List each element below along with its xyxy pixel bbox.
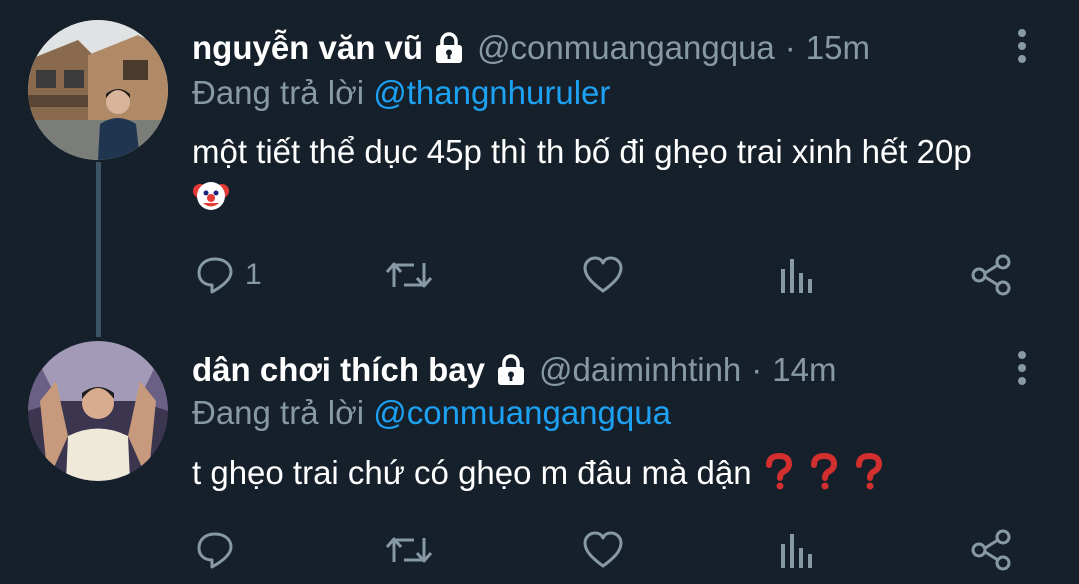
like-button[interactable] [582,525,624,575]
share-icon [971,254,1011,296]
avatar[interactable] [28,20,168,160]
tweet-actions [0,525,1079,575]
lock-icon [493,352,529,388]
more-options-button[interactable] [1008,346,1036,390]
like-button[interactable] [582,250,624,300]
separator-dot: · [784,29,796,66]
analytics-button[interactable] [778,525,814,575]
analytics-button[interactable] [778,250,814,300]
retweet-icon [385,262,433,288]
reply-button[interactable] [195,525,245,575]
tweet-text: một tiết thể dục 45p thì th bố đi ghẹo t… [192,130,1012,218]
tweet[interactable]: nguyễn văn vũ @conmuangangqua · 15m Đang… [0,0,1079,330]
tweet-header: nguyễn văn vũ @conmuangangqua · 15m [192,28,870,68]
user-handle[interactable]: @daiminhtinh [539,350,741,390]
display-name[interactable]: nguyễn văn vũ [192,28,423,68]
replying-to-label: Đang trả lời [192,394,365,431]
lock-icon [431,30,467,66]
vertical-dots-icon [1018,29,1026,63]
stats-icon [781,534,812,568]
reply-button[interactable]: 1 [195,250,262,300]
replying-to-handle[interactable]: @thangnhuruler [373,74,610,111]
retweet-icon [385,537,433,563]
retweet-button[interactable] [384,525,434,575]
like-icon [583,256,623,293]
tweet-thread: nguyễn văn vũ @conmuangangqua · 15m Đang… [0,0,1079,584]
user-handle[interactable]: @conmuangangqua [477,28,775,68]
share-icon [971,529,1011,571]
share-button[interactable] [970,250,1012,300]
timestamp[interactable]: 14m [772,350,836,390]
tweet-text-content: một tiết thể dục 45p thì th bố đi ghẹo t… [192,133,972,170]
red-question-mark-emoji [851,453,887,491]
tweet-header: dân chơi thích bay @daiminhtinh · 14m [192,350,837,390]
display-name[interactable]: dân chơi thích bay [192,350,485,390]
tweet[interactable]: dân chơi thích bay @daiminhtinh · 14m Đa… [0,330,1079,584]
reply-icon [197,257,233,294]
red-question-mark-emoji [806,453,842,491]
like-icon [583,531,623,568]
replying-to-label: Đang trả lời [192,74,365,111]
share-button[interactable] [970,525,1012,575]
replying-to: Đang trả lời @conmuangangqua [192,393,671,433]
avatar[interactable] [28,341,168,481]
vertical-dots-icon [1018,351,1026,385]
clown-face-emoji [192,176,230,214]
separator-dot: · [751,351,763,388]
tweet-text: t ghẹo trai chứ có ghẹo m đâu mà dận [192,451,1012,495]
replying-to: Đang trả lời @thangnhuruler [192,73,610,113]
tweet-actions: 1 [0,250,1079,300]
more-options-button[interactable] [1008,24,1036,68]
timestamp[interactable]: 15m [806,28,870,68]
reply-count: 1 [245,258,262,291]
reply-icon [197,532,233,569]
replying-to-handle[interactable]: @conmuangangqua [373,394,671,431]
red-question-mark-emoji [761,453,797,491]
stats-icon [781,259,812,293]
retweet-button[interactable] [384,250,434,300]
tweet-text-content: t ghẹo trai chứ có ghẹo m đâu mà dận [192,454,752,491]
